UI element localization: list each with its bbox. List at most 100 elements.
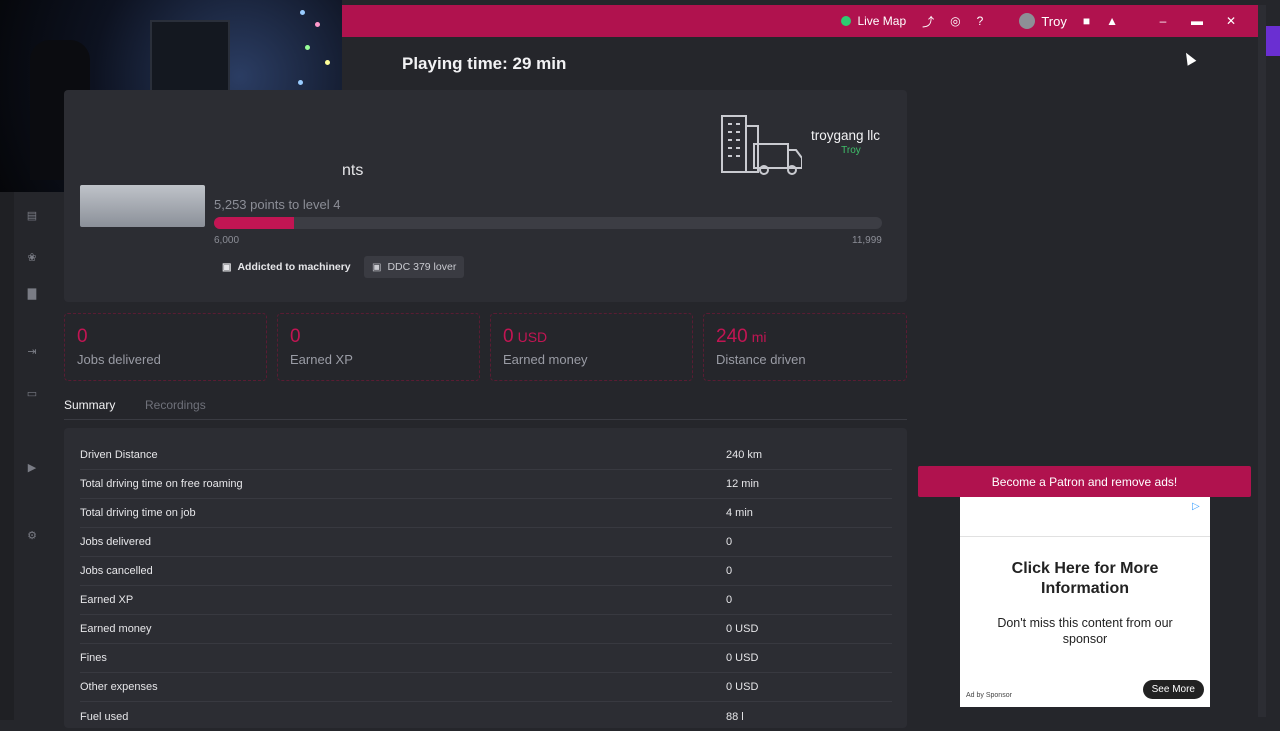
webcam-light — [325, 60, 330, 65]
tab-summary[interactable]: Summary — [64, 398, 115, 412]
row-value: 12 min — [726, 478, 760, 490]
table-row: Jobs delivered 0 — [80, 528, 892, 557]
company-building-icon — [721, 115, 802, 175]
ad-choices-icon[interactable]: ▷ — [1192, 501, 1204, 513]
row-label: Total driving time on job — [80, 507, 196, 519]
stat-value: 0 — [77, 326, 88, 347]
row-label: Earned XP — [80, 594, 134, 606]
row-value: 0 — [726, 536, 733, 548]
row-value: 4 min — [726, 507, 753, 519]
achievement-badge[interactable]: ▣ DDC 379 lover — [364, 256, 465, 278]
minimize-button[interactable]: – — [1146, 5, 1180, 37]
webcam-light — [300, 10, 305, 15]
sponsor-ad[interactable]: ▷ Click Here for More Information Don't … — [960, 497, 1210, 707]
row-value: 0 — [726, 565, 733, 577]
sidebar — [0, 192, 14, 720]
row-value: 0 USD — [726, 652, 759, 664]
summary-table: Driven Distance 240 km Total driving time… — [64, 428, 907, 728]
truck-icon[interactable]: ▭ — [26, 388, 38, 400]
leaderboard-icon[interactable]: ▇ — [26, 288, 38, 300]
row-label: Jobs delivered — [80, 536, 151, 548]
row-value: 0 — [726, 594, 733, 606]
company-name[interactable]: troygang llc — [811, 128, 880, 143]
row-value: 240 km — [726, 449, 763, 461]
stat-unit: USD — [517, 329, 548, 345]
stat-value: 0 — [290, 326, 301, 347]
table-row: Other expenses 0 USD — [80, 673, 892, 702]
language-button[interactable]: ◎ — [942, 5, 968, 37]
close-button[interactable]: ✕ — [1214, 5, 1248, 37]
gear-icon[interactable]: ⚙ — [26, 530, 38, 542]
webcam-light — [298, 80, 303, 85]
messages-button[interactable]: ■ — [1075, 5, 1098, 37]
become-patron-button[interactable]: Become a Patron and remove ads! — [918, 466, 1251, 497]
rank-points-label: nts — [342, 162, 364, 179]
export-icon[interactable]: ⇥ — [26, 346, 38, 358]
row-value: 0 USD — [726, 681, 759, 693]
ad-attribution: Ad by Sponsor — [966, 692, 1012, 699]
help-button[interactable]: ? — [969, 5, 992, 37]
user-menu[interactable]: Troy — [1011, 5, 1075, 37]
row-label: Earned money — [80, 623, 152, 635]
stat-label: Jobs delivered — [77, 352, 161, 367]
achievement-badge[interactable]: ▣ Addicted to machinery — [214, 256, 359, 278]
stat-card-xp: 0 Earned XP — [277, 313, 480, 381]
database-icon[interactable]: ▤ — [26, 210, 38, 222]
close-icon: ✕ — [1225, 14, 1237, 28]
ad-description: Don't miss this content from our sponsor — [997, 616, 1173, 646]
stat-label: Earned XP — [290, 352, 353, 367]
truck-image — [80, 185, 205, 227]
live-map-label: Live Map — [857, 14, 907, 28]
notifications-button[interactable]: ▲ — [1098, 5, 1126, 37]
mouse-cursor — [1181, 50, 1197, 66]
level-progress-bar — [214, 217, 882, 229]
stat-value: 240 — [716, 326, 748, 347]
scrollbar[interactable] — [1258, 5, 1266, 717]
stat-card-money: 0 USD Earned money — [490, 313, 693, 381]
row-value: 88 l — [726, 710, 744, 723]
webcam-light — [315, 22, 320, 27]
play-icon[interactable]: ▶ — [26, 462, 38, 474]
tab-recordings[interactable]: Recordings — [145, 398, 206, 412]
page-title: Playing time: 29 min — [402, 54, 567, 73]
edge-tab — [1266, 26, 1280, 56]
avatar — [1019, 13, 1036, 29]
see-more-button[interactable]: See More — [1142, 680, 1204, 699]
progress-range-low: 6,000 — [214, 235, 240, 246]
maximize-button[interactable]: ▬ — [1180, 5, 1214, 37]
table-row: Earned money 0 USD — [80, 615, 892, 644]
table-row: Fuel used 88 l — [80, 702, 892, 731]
ad-headline[interactable]: Click Here for More Information — [960, 559, 1210, 599]
stat-card-distance: 240 mi Distance driven — [703, 313, 907, 381]
share-button[interactable]: ⤴ — [914, 5, 942, 37]
machinery-icon: ▣ — [222, 261, 232, 273]
row-label: Fines — [80, 652, 107, 664]
level-progress-fill — [214, 217, 295, 229]
stat-label: Earned money — [503, 352, 588, 367]
table-row: Earned XP 0 — [80, 586, 892, 615]
table-row: Fines 0 USD — [80, 644, 892, 673]
points-to-level: 5,253 points to level 4 — [214, 197, 341, 212]
row-label: Driven Distance — [80, 449, 158, 461]
progress-range-high: 11,999 — [852, 235, 882, 246]
table-row: Total driving time on free roaming 12 min — [80, 470, 892, 499]
row-label: Other expenses — [80, 681, 158, 693]
row-label: Fuel used — [80, 710, 129, 723]
user-name: Troy — [1041, 13, 1067, 29]
top-bar: Live Map ⤴ ◎ ? Troy ■ ▲ – ▬ ✕ — [342, 5, 1258, 37]
award-icon[interactable]: ❀ — [26, 252, 38, 264]
maximize-icon: ▬ — [1191, 14, 1203, 28]
table-row: Total driving time on job 4 min — [80, 499, 892, 528]
bell-icon: ▲ — [1106, 14, 1118, 28]
tab-bar: Summary Recordings — [64, 396, 907, 420]
company-owner[interactable]: Troy — [811, 145, 891, 156]
table-row: Jobs cancelled 0 — [80, 557, 892, 586]
stat-label: Distance driven — [716, 352, 806, 367]
stat-card-jobs: 0 Jobs delivered — [64, 313, 267, 381]
share-icon: ⤴ — [922, 14, 935, 29]
live-map-button[interactable]: Live Map — [833, 5, 914, 37]
minimize-icon: – — [1159, 14, 1167, 28]
chat-icon: ■ — [1082, 14, 1091, 28]
webcam-light — [305, 45, 310, 50]
table-row: Driven Distance 240 km — [80, 441, 892, 470]
